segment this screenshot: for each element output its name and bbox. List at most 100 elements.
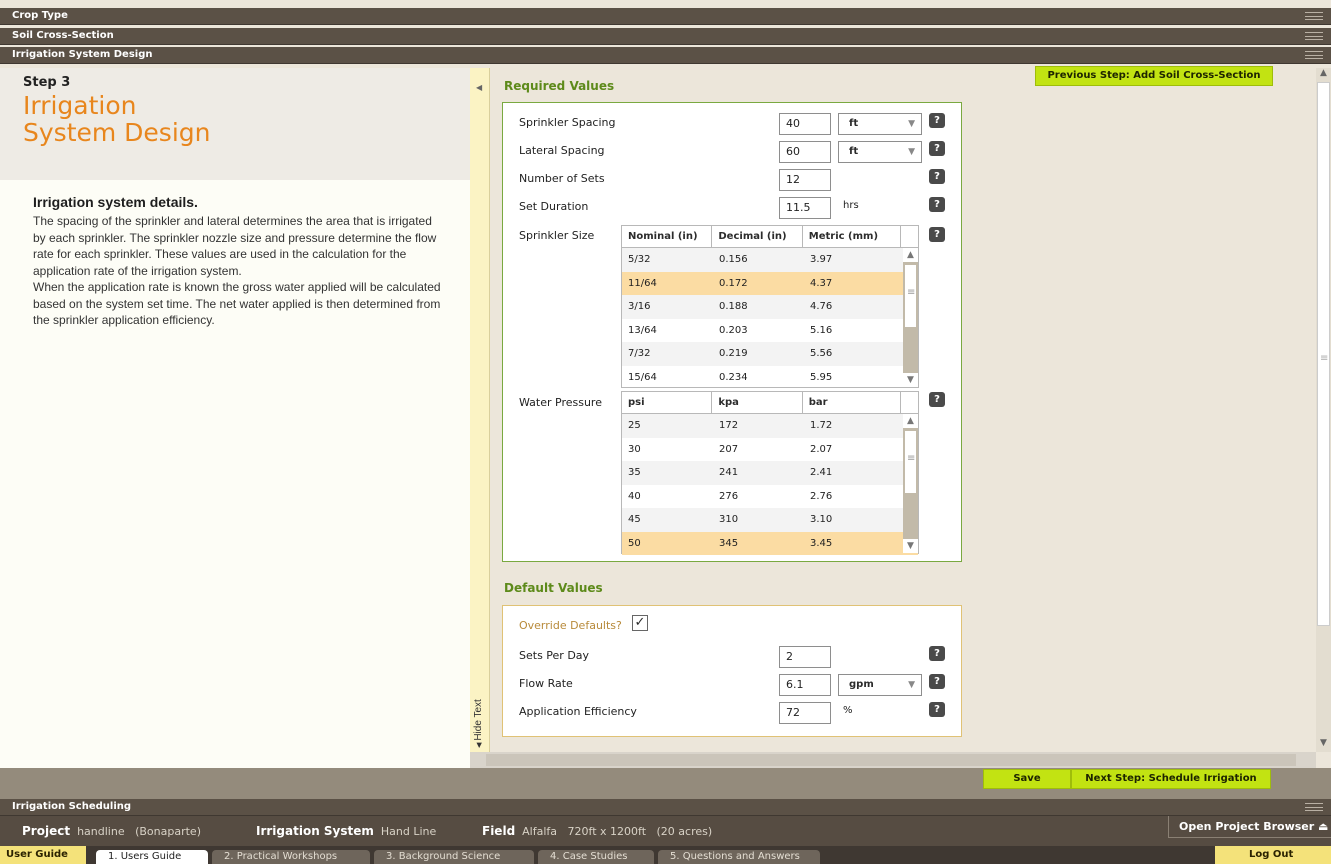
column-header[interactable]: Decimal (in)	[712, 226, 803, 247]
help-icon[interactable]: ?	[929, 141, 945, 156]
column-header[interactable]: Metric (mm)	[803, 226, 902, 247]
details-paragraph-1: The spacing of the sprinkler and lateral…	[33, 214, 437, 279]
project-location: (Bonaparte)	[135, 825, 201, 838]
help-icon[interactable]: ?	[929, 197, 945, 212]
header-spacer	[901, 392, 918, 413]
set-duration-label: Set Duration	[519, 200, 589, 213]
accordion-title: Irrigation Scheduling	[12, 801, 132, 812]
table-row[interactable]: 30 207 2.07	[622, 438, 918, 462]
number-of-sets-input[interactable]: 12	[779, 169, 831, 191]
drag-handle-icon	[1305, 803, 1323, 811]
table-cell: 0.188	[719, 301, 748, 312]
water-pressure-label: Water Pressure	[519, 396, 602, 409]
scroll-down-icon[interactable]: ▼	[903, 373, 918, 387]
column-header[interactable]: Nominal (in)	[622, 226, 713, 247]
table-row[interactable]: 40 276 2.76	[622, 485, 918, 509]
lateral-spacing-input[interactable]: 60	[779, 141, 831, 163]
accordion-title: Irrigation System Design	[12, 49, 153, 60]
lateral-spacing-unit-select[interactable]: ft ▼	[838, 141, 922, 163]
tab-practical-workshops[interactable]: 2. Practical Workshops	[212, 850, 370, 864]
override-defaults-checkbox[interactable]: ✓	[632, 615, 648, 631]
scroll-thumb[interactable]	[904, 430, 917, 494]
accordion-irrigation-scheduling[interactable]: Irrigation Scheduling	[0, 799, 1331, 816]
tab-questions-and-answers[interactable]: 5. Questions and Answers	[658, 850, 820, 864]
table-row[interactable]: 45 310 3.10	[622, 508, 918, 532]
help-icon[interactable]: ?	[929, 646, 945, 661]
table-cell: 5/32	[628, 254, 651, 265]
table-row[interactable]: 3/16 0.188 4.76	[622, 295, 918, 319]
table-row[interactable]: 7/32 0.219 5.56	[622, 342, 918, 366]
table-row[interactable]: 25 172 1.72	[622, 414, 918, 438]
drag-handle-icon	[1305, 32, 1323, 40]
table-header: Nominal (in) Decimal (in) Metric (mm)	[622, 226, 918, 248]
logout-button[interactable]: Log Out	[1215, 846, 1331, 864]
number-of-sets-label: Number of Sets	[519, 172, 605, 185]
scroll-up-icon[interactable]: ▲	[1316, 68, 1331, 82]
flow-rate-input[interactable]: 6.1	[779, 674, 831, 696]
table-row[interactable]: 13/64 0.203 5.16	[622, 319, 918, 343]
flow-rate-label: Flow Rate	[519, 677, 573, 690]
table-cell: 7/32	[628, 348, 651, 359]
scroll-thumb[interactable]	[486, 754, 1296, 766]
table-cell: 3/16	[628, 301, 651, 312]
table-body: 5/32 0.156 3.97 11/64 0.172 4.37 3/16 0.…	[622, 248, 918, 389]
selected-unit: ft	[849, 118, 859, 129]
tab-case-studies[interactable]: 4. Case Studies	[538, 850, 654, 864]
table-scrollbar[interactable]: ▲ ▼	[903, 248, 918, 387]
help-icon[interactable]: ?	[929, 227, 945, 242]
next-step-button[interactable]: Next Step: Schedule Irrigation	[1071, 769, 1271, 789]
table-header: psi kpa bar	[622, 392, 918, 414]
accordion-crop-type[interactable]: Crop Type	[0, 8, 1331, 25]
help-icon[interactable]: ?	[929, 702, 945, 717]
sprinkler-spacing-input[interactable]: 40	[779, 113, 831, 135]
table-row[interactable]: 5/32 0.156 3.97	[622, 248, 918, 272]
column-header[interactable]: psi	[622, 392, 713, 413]
accordion-soil-cross-section[interactable]: Soil Cross-Section	[0, 28, 1331, 45]
open-project-browser-button[interactable]: Open Project Browser ⏏	[1168, 816, 1331, 838]
table-row[interactable]: 50 345 3.45	[622, 531, 918, 555]
accordion-irrigation-system-design[interactable]: Irrigation System Design	[0, 47, 1331, 64]
sprinkler-size-table: Nominal (in) Decimal (in) Metric (mm) 5/…	[621, 225, 919, 388]
table-scrollbar[interactable]: ▲ ▼	[903, 414, 918, 553]
table-cell: 5.16	[810, 324, 833, 336]
accordion-title: Crop Type	[12, 10, 68, 21]
form-area: Required Values Sprinkler Spacing 40 ft …	[490, 68, 1316, 752]
main-vertical-scrollbar[interactable]: ▲ ▼	[1316, 68, 1331, 752]
table-cell: 172	[719, 420, 739, 431]
table-cell: 2.07	[810, 443, 833, 455]
column-header[interactable]: kpa	[712, 392, 803, 413]
table-body: 25 172 1.72 30 207 2.07 35 241 2.41 40 2…	[622, 414, 918, 555]
table-row[interactable]: 15/64 0.234 5.95	[622, 366, 918, 390]
scroll-thumb[interactable]	[904, 264, 917, 328]
help-icon[interactable]: ?	[929, 392, 945, 407]
scroll-down-icon[interactable]: ▼	[1316, 738, 1331, 752]
project-label: Project	[22, 824, 71, 838]
table-cell: 276	[719, 490, 739, 502]
scroll-up-icon[interactable]: ▲	[903, 414, 918, 428]
table-row[interactable]: 11/64 0.172 4.37	[622, 271, 918, 295]
previous-step-button[interactable]: Previous Step: Add Soil Cross-Section	[1035, 66, 1273, 86]
scroll-thumb[interactable]	[1317, 82, 1330, 626]
sets-per-day-input[interactable]: 2	[779, 646, 831, 668]
table-cell: 310	[719, 514, 739, 525]
help-icon[interactable]: ?	[929, 113, 945, 128]
flow-rate-unit-select[interactable]: gpm ▼	[838, 674, 922, 696]
help-icon[interactable]: ?	[929, 169, 945, 184]
help-icon[interactable]: ?	[929, 674, 945, 689]
sprinkler-spacing-label: Sprinkler Spacing	[519, 116, 616, 129]
save-button[interactable]: Save	[983, 769, 1071, 789]
tab-background-science[interactable]: 3. Background Science	[374, 850, 534, 864]
column-header[interactable]: bar	[803, 392, 902, 413]
set-duration-input[interactable]: 11.5	[779, 197, 831, 219]
tab-users-guide[interactable]: 1. Users Guide	[96, 850, 208, 864]
table-row[interactable]: 35 241 2.41	[622, 461, 918, 485]
scroll-down-icon[interactable]: ▼	[903, 539, 918, 553]
table-cell: 0.219	[719, 348, 748, 359]
main-horizontal-scrollbar[interactable]	[470, 752, 1316, 768]
project-name: handline	[77, 825, 125, 838]
collapse-left-icon: ◀	[476, 83, 483, 92]
application-efficiency-input[interactable]: 72	[779, 702, 831, 724]
sprinkler-spacing-unit-select[interactable]: ft ▼	[838, 113, 922, 135]
hide-text-toggle[interactable]: ◀ ◀ Hide Text	[470, 68, 490, 752]
scroll-up-icon[interactable]: ▲	[903, 248, 918, 262]
